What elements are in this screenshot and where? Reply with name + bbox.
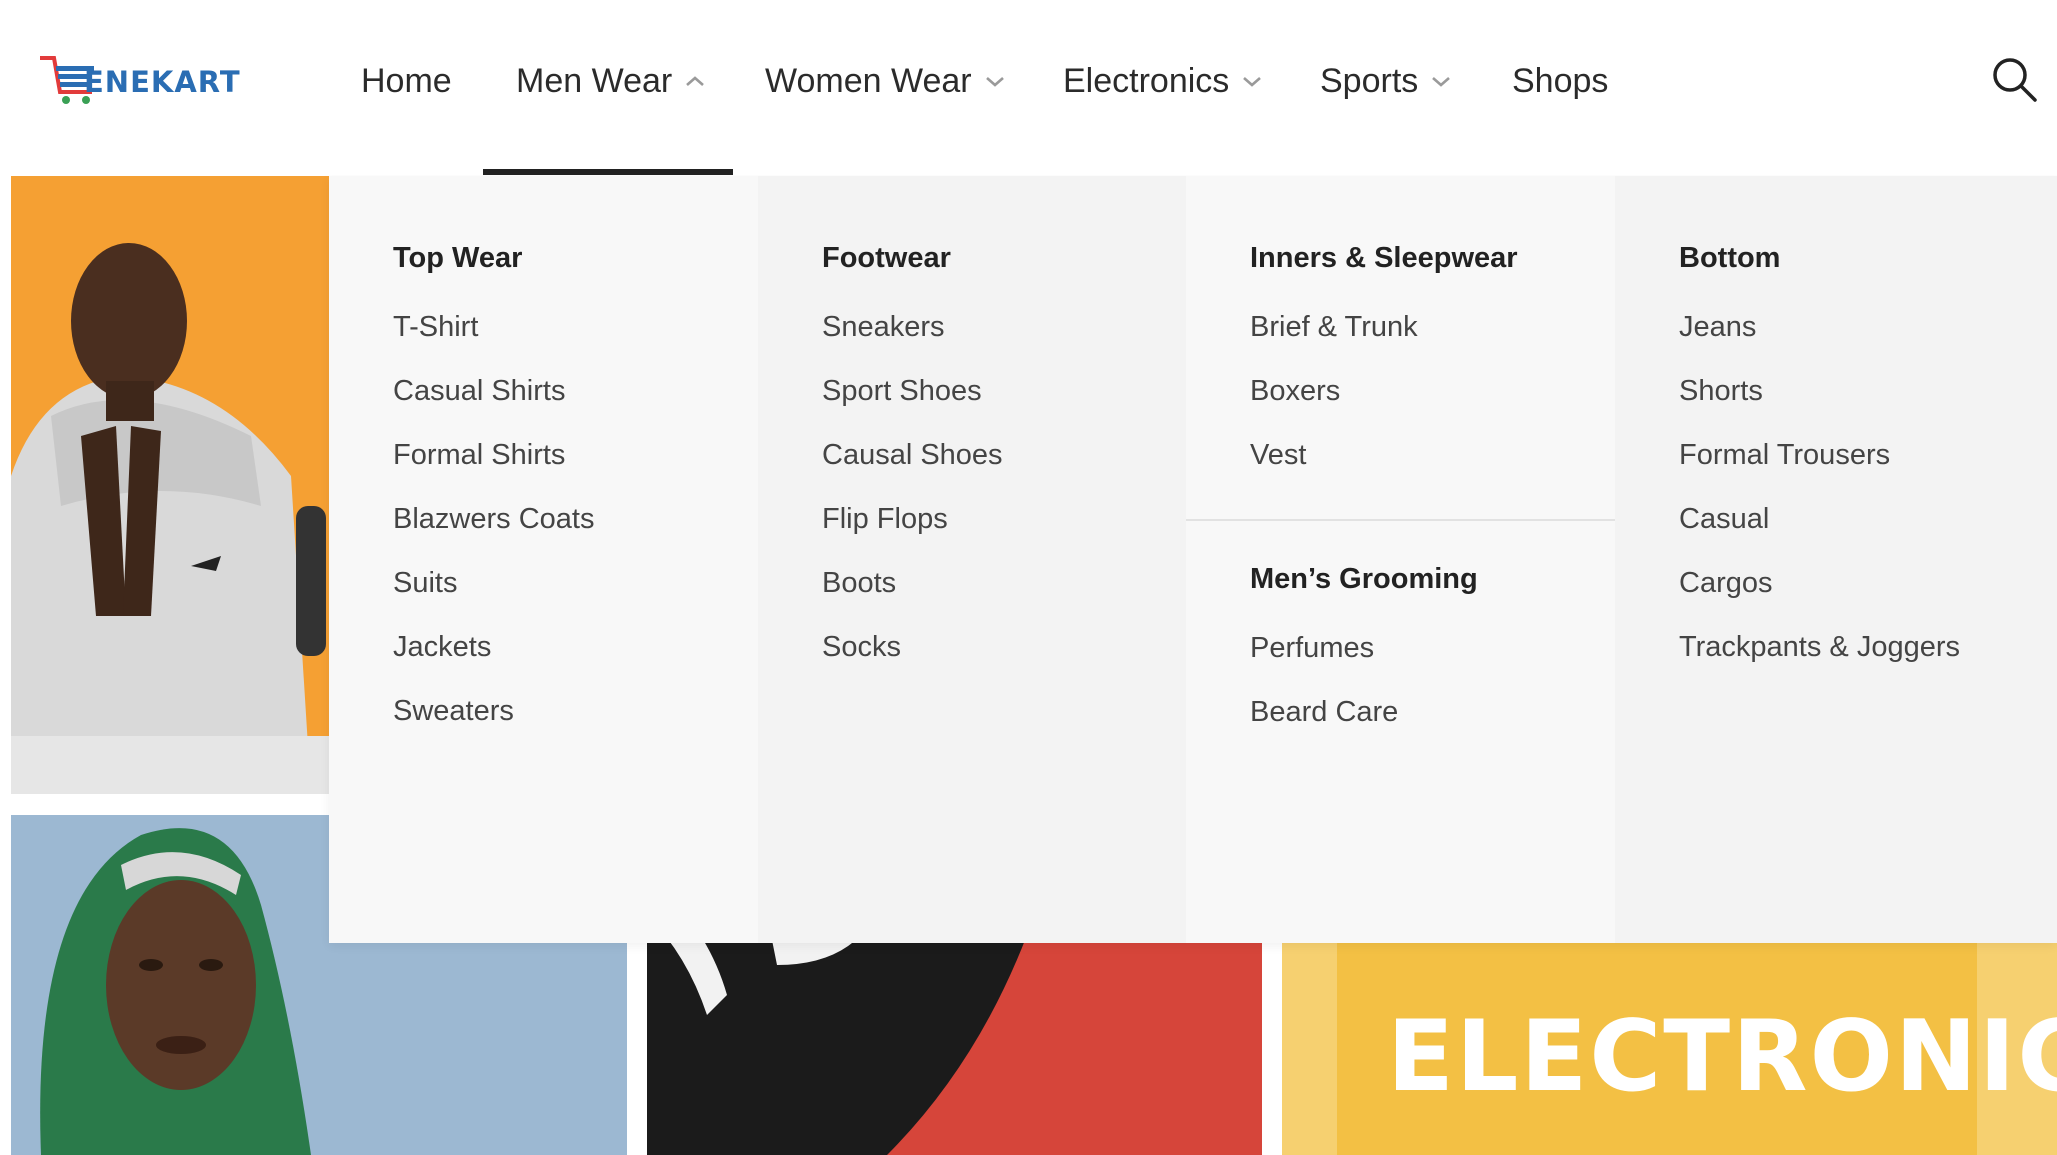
menu-link[interactable]: Vest	[1250, 432, 1518, 496]
menu-link[interactable]: Brief & Trunk	[1250, 304, 1518, 368]
menu-link-list: T-Shirt Casual Shirts Formal Shirts Blaz…	[393, 304, 594, 752]
chevron-down-icon	[1243, 77, 1262, 87]
menu-group-title[interactable]: Men’s Grooming	[1250, 559, 1478, 599]
mega-menu-column-inners-grooming: Inners & Sleepwear Brief & Trunk Boxers …	[1186, 176, 1615, 943]
menu-group-title[interactable]: Inners & Sleepwear	[1250, 238, 1518, 278]
chevron-down-icon	[1432, 77, 1451, 87]
menu-link[interactable]: Casual	[1679, 496, 1960, 560]
electronics-banner-title: ELECTRONICS	[1387, 1000, 2057, 1114]
nav-item-home[interactable]: Home	[361, 56, 452, 106]
nav-item-label: Sports	[1320, 61, 1419, 100]
menu-link[interactable]: Boots	[822, 560, 1003, 624]
mega-menu-column-footwear: Footwear Sneakers Sport Shoes Causal Sho…	[758, 176, 1186, 943]
menu-link-list: Perfumes Beard Care	[1250, 625, 1478, 753]
menu-link[interactable]: Cargos	[1679, 560, 1960, 624]
menu-link[interactable]: Perfumes	[1250, 625, 1478, 689]
menu-link[interactable]: Jeans	[1679, 304, 1960, 368]
menu-group-divider	[1186, 519, 1615, 521]
mega-menu-column-top-wear: Top Wear T-Shirt Casual Shirts Formal Sh…	[329, 176, 758, 943]
menu-link[interactable]: Jackets	[393, 624, 594, 688]
menu-group-footwear: Footwear Sneakers Sport Shoes Causal Sho…	[822, 238, 1003, 688]
menu-link[interactable]: Trackpants & Joggers	[1679, 624, 1960, 688]
menu-link[interactable]: Sweaters	[393, 688, 594, 752]
menu-group-title[interactable]: Footwear	[822, 238, 1003, 278]
menu-link[interactable]: Causal Shoes	[822, 432, 1003, 496]
menu-link[interactable]: Sneakers	[822, 304, 1003, 368]
nav-item-label: Home	[361, 61, 452, 100]
search-icon[interactable]	[1990, 55, 2038, 103]
nav-item-label: Shops	[1512, 61, 1609, 100]
menu-group-mens-grooming: Men’s Grooming Perfumes Beard Care	[1250, 559, 1478, 753]
menu-link[interactable]: Socks	[822, 624, 1003, 688]
nav-item-women-wear[interactable]: Women Wear	[765, 56, 1006, 106]
nav-item-label: Men Wear	[516, 61, 673, 100]
active-nav-indicator	[483, 169, 733, 175]
menu-link[interactable]: Formal Shirts	[393, 432, 594, 496]
menu-link[interactable]: Casual Shirts	[393, 368, 594, 432]
menu-group-top-wear: Top Wear T-Shirt Casual Shirts Formal Sh…	[393, 238, 594, 752]
menu-group-bottom: Bottom Jeans Shorts Formal Trousers Casu…	[1679, 238, 1960, 688]
menu-group-inners-sleepwear: Inners & Sleepwear Brief & Trunk Boxers …	[1250, 238, 1518, 496]
men-wear-promo-image[interactable]	[11, 176, 329, 794]
nav-item-men-wear[interactable]: Men Wear	[516, 56, 706, 106]
menu-link[interactable]: Suits	[393, 560, 594, 624]
menu-link[interactable]: Formal Trousers	[1679, 432, 1960, 496]
menu-link[interactable]: Shorts	[1679, 368, 1960, 432]
men-wear-mega-menu: Top Wear T-Shirt Casual Shirts Formal Sh…	[329, 176, 2057, 943]
chevron-down-icon	[985, 77, 1004, 87]
nav-item-shops[interactable]: Shops	[1512, 56, 1608, 106]
nav-item-sports[interactable]: Sports	[1320, 56, 1452, 106]
menu-link-list: Brief & Trunk Boxers Vest	[1250, 304, 1518, 496]
mega-menu-column-bottom: Bottom Jeans Shorts Formal Trousers Casu…	[1615, 176, 2057, 943]
nav-item-electronics[interactable]: Electronics	[1063, 56, 1263, 106]
man-in-hoodie-illustration	[11, 176, 329, 794]
menu-link-list: Sneakers Sport Shoes Causal Shoes Flip F…	[822, 304, 1003, 688]
nav-item-label: Women Wear	[765, 61, 972, 100]
menu-group-title[interactable]: Bottom	[1679, 238, 1960, 278]
main-navigation: Home Men Wear Women Wear Electronics Spo…	[0, 0, 1700, 175]
chevron-up-icon	[686, 76, 705, 86]
nav-item-label: Electronics	[1063, 61, 1230, 100]
menu-link[interactable]: Boxers	[1250, 368, 1518, 432]
menu-group-title[interactable]: Top Wear	[393, 238, 594, 278]
menu-link-list: Jeans Shorts Formal Trousers Casual Carg…	[1679, 304, 1960, 688]
menu-link[interactable]: Beard Care	[1250, 689, 1478, 753]
menu-link[interactable]: Sport Shoes	[822, 368, 1003, 432]
menu-link[interactable]: Flip Flops	[822, 496, 1003, 560]
site-header: ENEKART Home Men Wear Women Wear Electro…	[0, 0, 2057, 175]
menu-link[interactable]: T-Shirt	[393, 304, 594, 368]
menu-link[interactable]: Blazwers Coats	[393, 496, 594, 560]
